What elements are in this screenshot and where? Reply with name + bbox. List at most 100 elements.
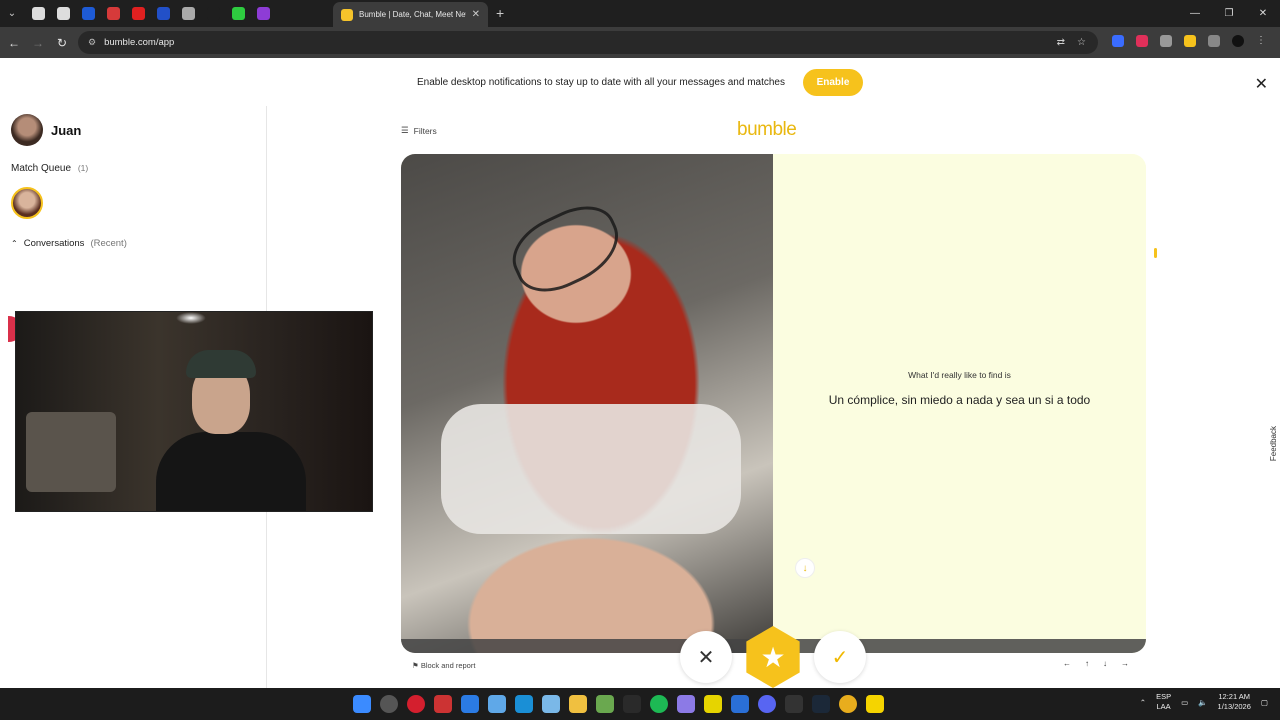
profile-avatar[interactable]: [1232, 35, 1244, 47]
extension-icon[interactable]: [1112, 35, 1124, 47]
windows-taskbar: ⌃ ESP LAA ▭ 🔈 12:21 AM 1/13/2026 ▢: [0, 688, 1280, 720]
youtube-icon[interactable]: [132, 7, 145, 20]
block-report-link[interactable]: ⚑ Block and report: [412, 661, 475, 670]
scroll-down-icon[interactable]: ↓: [795, 558, 815, 578]
translate-icon[interactable]: ⇄: [1057, 37, 1065, 48]
bio-prompt-answer: Un cómplice, sin miedo a nada y sea un s…: [828, 393, 1091, 407]
match-queue-heading: Match Queue (1): [11, 163, 88, 174]
address-bar[interactable]: ⚙ bumble.com/app ⇄ ☆: [78, 31, 1098, 54]
profile-photo[interactable]: [401, 154, 773, 653]
spotify-icon[interactable]: [650, 695, 668, 713]
close-window-icon[interactable]: ✕: [1246, 0, 1280, 27]
pinned-tab-icon[interactable]: [207, 7, 220, 20]
enable-notifications-button[interactable]: Enable: [803, 68, 863, 96]
minimize-icon[interactable]: —: [1178, 0, 1212, 27]
forward-icon[interactable]: →: [26, 36, 50, 50]
bookmark-star-icon[interactable]: ☆: [1077, 37, 1086, 48]
webcam-overlay: [15, 311, 373, 512]
app-icon[interactable]: [623, 695, 641, 713]
discord-icon[interactable]: [758, 695, 776, 713]
extensions-bar: ⋮: [1112, 35, 1266, 47]
scroll-indicator: [1154, 248, 1157, 258]
windows-start-icon[interactable]: [353, 695, 371, 713]
app-icon[interactable]: [542, 695, 560, 713]
avatar[interactable]: [11, 114, 43, 146]
language-indicator[interactable]: ESP LAA: [1156, 692, 1171, 712]
filters-button[interactable]: ☰ Filters: [401, 125, 437, 136]
pinned-tab-icon[interactable]: [32, 7, 45, 20]
menu-dots-icon[interactable]: ⋮: [1256, 35, 1266, 47]
profile-bio-section: What I'd really like to find is Un cómpl…: [773, 154, 1146, 653]
feedback-tab[interactable]: Feedback: [1269, 426, 1278, 461]
like-button[interactable]: ✓: [814, 631, 866, 683]
network-icon[interactable]: ▭: [1181, 698, 1188, 707]
check-icon: ✓: [831, 646, 849, 669]
restore-icon[interactable]: ❐: [1212, 0, 1246, 27]
system-tray: ⌃ ESP LAA ▭ 🔈 12:21 AM 1/13/2026 ▢: [1140, 692, 1268, 712]
pinned-tab-icon[interactable]: [257, 7, 270, 20]
clock[interactable]: 12:21 AM 1/13/2026: [1218, 692, 1251, 712]
app-icon[interactable]: [434, 695, 452, 713]
lang-top: ESP: [1156, 692, 1172, 701]
tab-search-icon[interactable]: ⌄: [0, 0, 24, 27]
pinned-tab-icon[interactable]: [82, 7, 95, 20]
back-icon[interactable]: ←: [2, 36, 26, 50]
pass-button[interactable]: ✕: [680, 631, 732, 683]
app-icon[interactable]: [785, 695, 803, 713]
tray-overflow-icon[interactable]: ⌃: [1140, 698, 1146, 707]
opera-icon[interactable]: [407, 695, 425, 713]
new-tab-icon[interactable]: +: [496, 5, 504, 21]
close-icon: ✕: [697, 646, 715, 669]
sticky-notes-icon[interactable]: [866, 695, 884, 713]
match-queue-count: (1): [77, 163, 89, 173]
keyboard-hints: ← ↑ ↓ →: [1063, 659, 1129, 668]
extension-icon[interactable]: [1184, 35, 1196, 47]
pinned-tab-icon[interactable]: [107, 7, 120, 20]
pinned-tab-icon[interactable]: [182, 7, 195, 20]
sliders-icon: ☰: [401, 125, 409, 135]
notification-banner: Enable desktop notifications to stay up …: [0, 58, 1280, 106]
vote-actions: ✕ ★ ✓: [680, 626, 866, 688]
lang-bottom: LAA: [1156, 702, 1171, 711]
tab-close-icon[interactable]: ✕: [472, 9, 480, 20]
user-name: Juan: [51, 122, 82, 138]
app-icon[interactable]: [704, 695, 722, 713]
taskbar-apps: [353, 695, 884, 713]
reload-icon[interactable]: ↻: [50, 36, 74, 50]
encounters-panel: ☰ Filters bumble What I'd really like to…: [268, 106, 1280, 688]
notifications-icon[interactable]: ▢: [1261, 698, 1268, 707]
volume-icon[interactable]: 🔈: [1198, 698, 1207, 707]
app-icon[interactable]: [677, 695, 695, 713]
close-banner-icon[interactable]: ✕: [1255, 74, 1268, 94]
app-icon[interactable]: [488, 695, 506, 713]
superswipe-button[interactable]: ★: [746, 626, 800, 688]
pinned-tab-icon[interactable]: [232, 7, 245, 20]
bumble-app: Enable desktop notifications to stay up …: [0, 58, 1280, 688]
url-text: bumble.com/app: [104, 37, 175, 48]
active-tab[interactable]: Bumble | Date, Chat, Meet New ✕: [333, 2, 488, 27]
app-icon[interactable]: [515, 695, 533, 713]
pinned-tab-icon[interactable]: [157, 7, 170, 20]
extension-icon[interactable]: [1136, 35, 1148, 47]
app-icon[interactable]: [596, 695, 614, 713]
site-info-icon[interactable]: ⚙: [88, 37, 96, 48]
photo-detail: [156, 432, 306, 511]
active-tab-title: Bumble | Date, Chat, Meet New: [359, 10, 466, 19]
profile-header[interactable]: Juan: [11, 114, 81, 146]
search-icon[interactable]: [380, 695, 398, 713]
pinned-tab-icon[interactable]: [57, 7, 70, 20]
window-controls: — ❐ ✕: [1178, 0, 1280, 27]
conversations-filter[interactable]: (Recent): [90, 238, 126, 249]
conversations-heading[interactable]: ⌃ Conversations (Recent): [11, 238, 127, 249]
file-explorer-icon[interactable]: [569, 695, 587, 713]
photo-detail: [186, 350, 256, 378]
extension-icon[interactable]: [1160, 35, 1172, 47]
app-icon[interactable]: [461, 695, 479, 713]
match-queue-avatar[interactable]: [11, 187, 43, 219]
app-icon[interactable]: [731, 695, 749, 713]
chrome-icon[interactable]: [839, 695, 857, 713]
chevron-up-icon[interactable]: ⌃: [11, 239, 18, 248]
arrow-left-icon: ←: [1063, 659, 1071, 668]
steam-icon[interactable]: [812, 695, 830, 713]
extensions-puzzle-icon[interactable]: [1208, 35, 1220, 47]
